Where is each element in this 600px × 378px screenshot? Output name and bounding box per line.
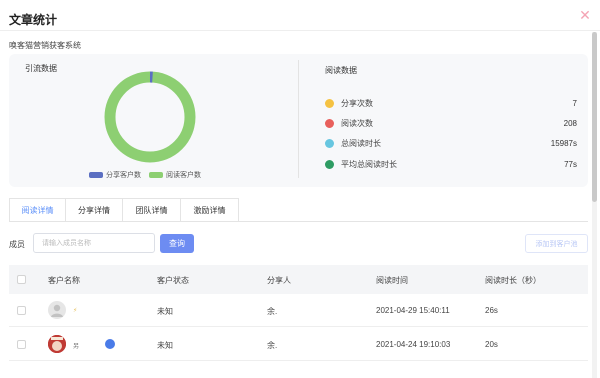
select-all-checkbox[interactable] <box>17 275 26 284</box>
member-search-input[interactable] <box>33 233 155 253</box>
query-button[interactable]: 查询 <box>160 234 194 253</box>
metric-label: 总阅读时长 <box>341 138 381 148</box>
tab-incentive-details[interactable]: 激励详情 <box>181 198 239 222</box>
read-time: 2021-04-24 19:10:03 <box>376 340 451 349</box>
traffic-donut-chart <box>104 71 196 163</box>
metric-value: 208 <box>563 118 577 128</box>
row-checkbox[interactable] <box>17 340 26 349</box>
scrollbar-thumb[interactable] <box>592 32 597 202</box>
column-header-read-time: 阅读时间 <box>376 276 408 285</box>
metric-dot <box>325 118 334 128</box>
sharer-name: 余. <box>267 341 278 350</box>
metric-dot <box>325 138 334 148</box>
member-filter-label: 成员 <box>9 240 25 249</box>
reading-data-title: 阅读数据 <box>325 66 357 75</box>
table-header: 客户名称 客户状态 分享人 阅读时间 阅读时长（秒） <box>9 265 588 294</box>
traffic-data-title: 引流数据 <box>25 64 57 73</box>
wechat-badge-icon <box>105 339 115 349</box>
stats-panel: 引流数据 分享客户数 阅读客户数 阅读数据 分享次数 7 阅读次数 208 总阅… <box>9 54 588 187</box>
header-divider <box>0 30 600 31</box>
column-header-read-duration: 阅读时长（秒） <box>485 276 541 285</box>
column-header-customer-status: 客户状态 <box>157 276 189 285</box>
metric-label: 分享次数 <box>341 98 373 108</box>
article-name: 唤客猫营销获客系统 <box>9 41 81 50</box>
metric-avg-read-time: 平均总阅读时长 77s <box>325 158 577 170</box>
donut-slice-read-customers <box>104 71 196 163</box>
metric-dot <box>325 98 334 108</box>
donut-legend: 分享客户数 阅读客户数 <box>89 170 209 180</box>
dialog-title: 文章统计 <box>9 13 58 27</box>
metric-value: 77s <box>564 159 577 169</box>
close-icon[interactable]: ✕ <box>578 8 592 22</box>
metric-label: 阅读次数 <box>341 118 373 128</box>
row-checkbox[interactable] <box>17 306 26 315</box>
column-header-customer-name: 客户名称 <box>48 276 80 285</box>
tab-share-details[interactable]: 分享详情 <box>66 198 123 222</box>
metric-read-count: 阅读次数 208 <box>325 117 577 129</box>
add-to-customer-pool-button[interactable]: 添加到客户池 <box>525 234 588 253</box>
table-row[interactable]: 另 未知 余. 2021-04-24 19:10:03 20s <box>9 328 588 361</box>
default-avatar-icon <box>48 301 66 319</box>
column-header-sharer: 分享人 <box>267 276 291 285</box>
read-duration: 20s <box>485 340 498 349</box>
metric-share-count: 分享次数 7 <box>325 97 577 109</box>
sharer-name: 余. <box>267 307 278 316</box>
legend-swatch-read <box>149 172 163 178</box>
customer-avatar <box>48 335 66 353</box>
legend-label-read: 阅读客户数 <box>166 172 201 179</box>
customer-name: 另 <box>73 344 80 350</box>
metric-value: 15987s <box>550 138 577 148</box>
metric-label: 平均总阅读时长 <box>341 159 397 169</box>
tabs-baseline <box>9 221 588 222</box>
read-duration: 26s <box>485 306 498 315</box>
stats-divider <box>298 60 299 178</box>
metric-total-read-time: 总阅读时长 15987s <box>325 137 577 149</box>
customer-status: 未知 <box>157 341 173 350</box>
tab-read-details[interactable]: 阅读详情 <box>9 198 66 222</box>
table-row[interactable]: ⚡ 未知 余. 2021-04-29 15:40:11 26s <box>9 294 588 327</box>
detail-tabs: 阅读详情 分享详情 团队详情 激励详情 <box>9 198 239 222</box>
tab-team-details[interactable]: 团队详情 <box>123 198 181 222</box>
legend-swatch-share <box>89 172 103 178</box>
customer-name: ⚡ <box>73 308 78 314</box>
metric-value: 7 <box>572 98 577 108</box>
metric-dot <box>325 159 334 169</box>
legend-label-share: 分享客户数 <box>106 172 141 179</box>
legend-item-read: 阅读客户数 <box>149 170 201 180</box>
read-time: 2021-04-29 15:40:11 <box>376 306 450 315</box>
customer-status: 未知 <box>157 307 173 316</box>
article-stats-dialog: 文章统计 ✕ 唤客猫营销获客系统 引流数据 分享客户数 阅读客户数 阅读数据 分… <box>0 0 600 378</box>
legend-item-share: 分享客户数 <box>89 170 141 180</box>
